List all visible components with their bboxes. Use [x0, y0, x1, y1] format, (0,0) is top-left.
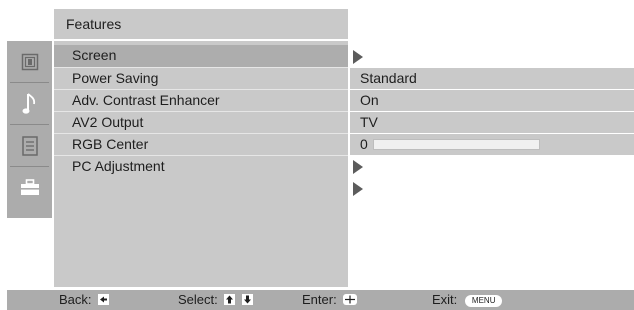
enter-label: Enter:: [302, 292, 337, 307]
toolbox-icon: [20, 178, 39, 195]
back-label: Back:: [59, 292, 92, 307]
channel-list-icon: [21, 135, 38, 156]
exit-hint: Exit: MENU: [432, 292, 503, 307]
submenu-arrow-icon: [353, 160, 363, 174]
rgb-center-value-row[interactable]: 0: [350, 134, 634, 155]
category-picture[interactable]: [7, 41, 52, 82]
pc-adjustment-submenu-row[interactable]: [350, 156, 634, 177]
extra-submenu-row[interactable]: [350, 178, 634, 199]
menu-item-power-saving[interactable]: Power Saving: [54, 67, 348, 89]
category-sidebar: [7, 41, 52, 218]
rgb-center-value: 0: [360, 136, 368, 152]
menu-item-av2-output[interactable]: AV2 Output: [54, 111, 348, 133]
menu-item-adv-contrast-enhancer[interactable]: Adv. Contrast Enhancer: [54, 89, 348, 111]
menu-item-rgb-center[interactable]: RGB Center: [54, 133, 348, 155]
menu-item-pc-adjustment[interactable]: PC Adjustment: [54, 155, 348, 177]
menu-panel: Features Screen Power Saving Adv. Contra…: [54, 9, 348, 287]
screen-submenu-row[interactable]: [350, 46, 634, 67]
rgb-center-slider[interactable]: [373, 139, 540, 150]
av2-output-value-row[interactable]: TV: [350, 112, 634, 133]
exit-label: Exit:: [432, 292, 458, 307]
select-hint: Select:: [178, 292, 253, 307]
power-saving-value-row[interactable]: Standard: [350, 68, 634, 89]
adv-contrast-value-row[interactable]: On: [350, 90, 634, 111]
back-hint: Back:: [59, 292, 110, 307]
sound-icon: [22, 92, 35, 114]
submenu-arrow-icon: [353, 182, 363, 196]
header-divider: [54, 39, 348, 41]
return-key-icon: [98, 294, 110, 305]
enter-hint: Enter:: [302, 292, 358, 307]
menu-header: Features: [54, 9, 348, 39]
category-channel[interactable]: [7, 125, 52, 166]
av2-output-value: TV: [360, 114, 378, 130]
picture-icon: [21, 53, 38, 70]
power-saving-value: Standard: [360, 70, 417, 86]
menu-item-screen[interactable]: Screen: [54, 45, 348, 67]
menu-key-icon: MENU: [464, 295, 503, 307]
enter-key-icon: [343, 294, 358, 305]
button-guide-bar: Back: Select: Enter: Exit: MENU: [7, 290, 634, 310]
submenu-arrow-icon: [353, 50, 363, 64]
menu-list: Screen Power Saving Adv. Contrast Enhanc…: [54, 45, 348, 177]
menu-title: Features: [66, 16, 122, 32]
up-arrow-key-icon: [224, 294, 236, 305]
tv-features-menu: Features Screen Power Saving Adv. Contra…: [0, 0, 634, 310]
adv-contrast-value: On: [360, 92, 379, 108]
category-sound[interactable]: [7, 83, 52, 124]
select-label: Select:: [178, 292, 218, 307]
down-arrow-key-icon: [242, 294, 253, 305]
category-features[interactable]: [7, 167, 52, 208]
